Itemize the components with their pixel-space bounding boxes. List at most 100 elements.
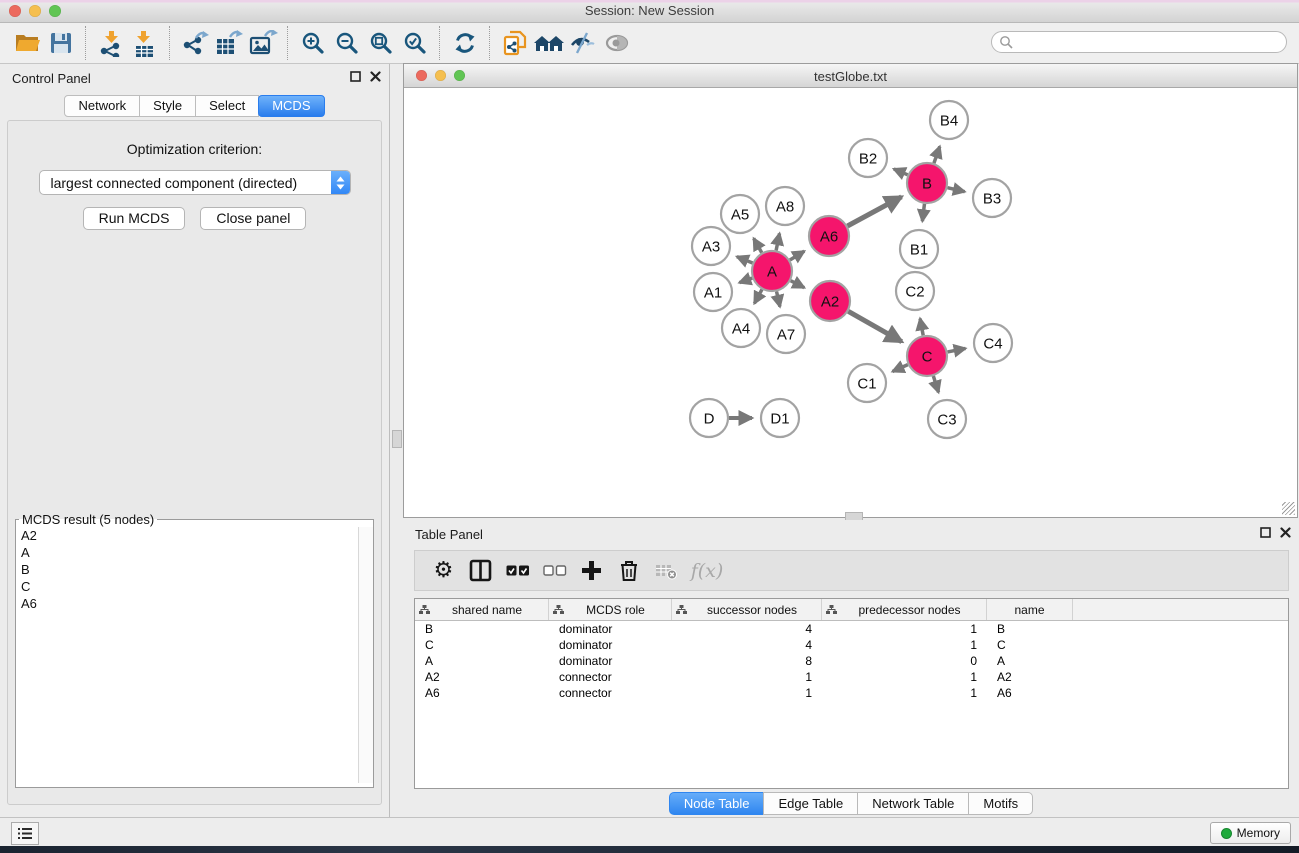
graph-edge-A-A6[interactable]	[790, 251, 804, 260]
task-history-button[interactable]	[11, 822, 39, 845]
tab-motifs[interactable]: Motifs	[968, 792, 1033, 815]
table-settings-icon[interactable]: ⚙	[425, 554, 462, 588]
graph-edge-B-B4[interactable]	[934, 146, 940, 163]
result-item[interactable]: A2	[16, 527, 359, 544]
tab-node-table[interactable]: Node Table	[669, 792, 765, 815]
column-header[interactable]: predecessor nodes	[822, 599, 987, 620]
desktop-background	[0, 846, 1299, 853]
float-panel-icon[interactable]	[350, 71, 361, 82]
toggle-columns-icon[interactable]	[462, 554, 499, 588]
graph-edge-A-A7[interactable]	[777, 291, 780, 306]
column-header[interactable]: MCDS role	[549, 599, 672, 620]
graph-edge-C-C2[interactable]	[920, 319, 923, 336]
graph-edge-C-C3[interactable]	[933, 376, 938, 392]
result-item[interactable]: A6	[16, 595, 359, 612]
save-session-icon[interactable]	[44, 27, 78, 59]
open-session-icon[interactable]	[10, 27, 44, 59]
tab-mcds[interactable]: MCDS	[258, 95, 324, 117]
deselect-all-icon[interactable]	[536, 554, 573, 588]
network-graph[interactable]: AA1A2A3A4A5A6A7A8BB1B2B3B4CC1C2C3C4DD1	[404, 88, 1297, 517]
clone-network-icon[interactable]	[498, 27, 532, 59]
column-header[interactable]: name	[987, 599, 1073, 620]
window-resize-grip[interactable]	[1282, 502, 1295, 515]
result-item[interactable]: C	[16, 578, 359, 595]
graph-edge-A2-C[interactable]	[848, 311, 902, 341]
node-table[interactable]: shared nameMCDS rolesuccessor nodesprede…	[414, 598, 1289, 789]
memory-button[interactable]: Memory	[1210, 822, 1291, 844]
application-window: Session: New Session	[0, 0, 1299, 853]
refresh-layout-icon[interactable]	[448, 27, 482, 59]
mcds-result-list[interactable]: A2ABCA6	[16, 527, 359, 783]
table-row[interactable]: A6connector11A6	[415, 685, 1288, 701]
result-item[interactable]: B	[16, 561, 359, 578]
search-field[interactable]	[991, 31, 1287, 53]
graph-node-label: A4	[732, 320, 750, 337]
graph-edge-B-B3[interactable]	[947, 188, 964, 192]
close-panel-button[interactable]: Close panel	[200, 207, 306, 230]
session-title: Session: New Session	[0, 3, 1299, 18]
graph-edge-B-B2[interactable]	[894, 169, 908, 175]
table-cell: 0	[822, 654, 987, 668]
import-network-icon[interactable]	[94, 27, 128, 59]
result-item[interactable]: A	[16, 544, 359, 561]
table-row[interactable]: Bdominator41B	[415, 621, 1288, 637]
zoom-fit-icon[interactable]	[364, 27, 398, 59]
table-row[interactable]: Cdominator41C	[415, 637, 1288, 653]
graph-edge-A-A1[interactable]	[739, 278, 752, 283]
graph-node-label: A1	[704, 284, 722, 301]
toolbar-separator	[85, 26, 87, 60]
zoom-in-icon[interactable]	[296, 27, 330, 59]
graph-edge-C-C4[interactable]	[948, 348, 966, 352]
zoom-out-icon[interactable]	[330, 27, 364, 59]
first-neighbors-icon[interactable]	[532, 27, 566, 59]
hide-selected-icon[interactable]	[566, 27, 600, 59]
graph-node-label: A5	[731, 206, 749, 223]
zoom-selected-icon[interactable]	[398, 27, 432, 59]
tab-network[interactable]: Network	[64, 95, 140, 117]
delete-columns-icon[interactable]	[610, 554, 647, 588]
import-table-icon[interactable]	[128, 27, 162, 59]
mcds-result-box: MCDS result (5 nodes) A2ABCA6	[15, 512, 374, 788]
mcds-tab-content: Optimization criterion: largest connecte…	[7, 120, 382, 805]
graph-edge-C-C1[interactable]	[893, 365, 908, 372]
search-input[interactable]	[1013, 32, 1286, 52]
table-cell: C	[987, 638, 1073, 652]
close-panel-icon[interactable]	[1280, 527, 1291, 538]
graph-edge-A6-B[interactable]	[847, 197, 901, 226]
tab-edge-table[interactable]: Edge Table	[763, 792, 858, 815]
tab-network-table[interactable]: Network Table	[857, 792, 969, 815]
graph-edge-A-A4[interactable]	[754, 289, 762, 303]
tab-select[interactable]: Select	[195, 95, 259, 117]
column-header[interactable]: successor nodes	[672, 599, 822, 620]
column-type-icon	[676, 605, 687, 615]
column-header[interactable]: shared name	[415, 599, 549, 620]
table-cell: connector	[549, 686, 672, 700]
export-image-icon[interactable]	[246, 27, 280, 59]
table-row[interactable]: A2connector11A2	[415, 669, 1288, 685]
graph-edge-A-A5[interactable]	[754, 238, 762, 252]
network-window-titlebar[interactable]: testGlobe.txt	[404, 64, 1297, 88]
table-row[interactable]: Adominator80A	[415, 653, 1288, 669]
export-network-icon[interactable]	[178, 27, 212, 59]
status-bar: Memory	[0, 817, 1299, 846]
run-mcds-button[interactable]: Run MCDS	[83, 207, 186, 230]
control-panel-title: Control Panel	[12, 71, 91, 86]
export-table-icon[interactable]	[212, 27, 246, 59]
result-list-scrollbar[interactable]	[358, 527, 373, 783]
graph-edge-A-A3[interactable]	[737, 257, 753, 263]
criterion-dropdown[interactable]: largest connected component (directed)	[39, 170, 351, 195]
function-builder-icon[interactable]: f(x)	[684, 554, 730, 588]
select-all-icon[interactable]	[499, 554, 536, 588]
float-panel-icon[interactable]	[1260, 527, 1271, 538]
vertical-splitter-grip[interactable]	[392, 430, 402, 448]
network-canvas[interactable]: AA1A2A3A4A5A6A7A8BB1B2B3B4CC1C2C3C4DD1	[404, 88, 1297, 517]
table-header-row: shared nameMCDS rolesuccessor nodesprede…	[415, 599, 1288, 621]
graph-edge-B-B1[interactable]	[922, 204, 924, 221]
show-hidden-icon[interactable]	[600, 27, 634, 59]
tab-style[interactable]: Style	[139, 95, 196, 117]
graph-edge-A-A8[interactable]	[776, 233, 779, 250]
graph-edge-A-A2[interactable]	[791, 281, 805, 288]
close-panel-icon[interactable]	[370, 71, 381, 82]
add-column-icon[interactable]	[573, 554, 610, 588]
delete-table-icon[interactable]	[647, 554, 684, 588]
